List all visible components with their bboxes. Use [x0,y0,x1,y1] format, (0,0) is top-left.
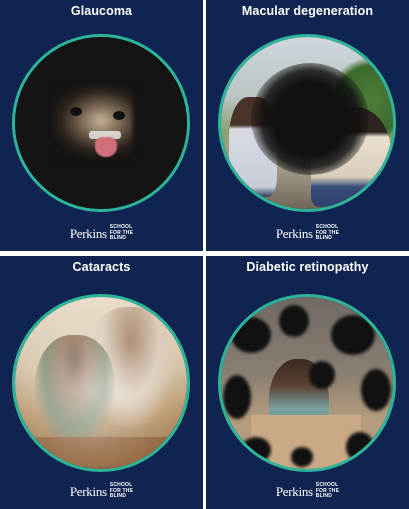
cloudy-haze [15,297,187,469]
logo-subtitle: SCHOOL FOR THE BLIND [110,483,133,500]
logo-line: BLIND [109,493,127,500]
panel-title: Diabetic retinopathy [246,260,369,274]
panel-title: Cataracts [72,260,131,274]
dark-spot [346,432,374,462]
logo-subtitle: SCHOOL FOR THE BLIND [316,225,339,242]
dog-face-image [53,85,133,157]
logo-word: Perkins [275,225,313,241]
dark-spot [309,361,335,389]
logo-line: BLIND [315,235,333,242]
dog-tongue [95,137,117,157]
dark-spot [331,315,375,355]
dark-spot [241,437,271,463]
logo-subtitle: SCHOOL FOR THE BLIND [316,483,339,500]
logo-line: BLIND [109,235,127,242]
logo-word: Perkins [69,483,107,499]
perkins-logo: Perkins SCHOOL FOR THE BLIND [0,225,203,242]
dark-spot [231,317,271,353]
dog-eye-right [113,111,125,120]
simulation-circle-retinopathy [218,294,396,472]
dog-eye-left [70,107,82,116]
vision-conditions-grid: Glaucoma Perkins SCHOOL FOR THE BLIND Ma… [0,0,409,509]
dark-spot [279,305,309,337]
logo-subtitle: SCHOOL FOR THE BLIND [110,225,133,242]
perkins-logo: Perkins SCHOOL FOR THE BLIND [0,483,203,500]
perkins-logo: Perkins SCHOOL FOR THE BLIND [206,483,409,500]
dark-spot [361,369,391,411]
panel-title: Macular degeneration [241,4,374,18]
simulation-circle-macular [218,34,396,212]
panel-diabetic-retinopathy: Diabetic retinopathy Perkins SCHOOL FOR … [206,256,409,509]
logo-word: Perkins [69,225,107,241]
panel-glaucoma: Glaucoma Perkins SCHOOL FOR THE BLIND [0,0,203,251]
perkins-logo: Perkins SCHOOL FOR THE BLIND [206,225,409,242]
logo-line: BLIND [315,493,333,500]
logo-word: Perkins [275,483,313,499]
panel-title: Glaucoma [70,4,133,18]
simulation-circle-glaucoma [12,34,190,212]
dark-spot [291,447,313,467]
panel-cataracts: Cataracts Perkins SCHOOL FOR THE BLIND [0,256,203,509]
central-dark-spot [251,63,369,175]
simulation-circle-cataracts [12,294,190,472]
dark-spot [223,375,251,419]
panel-macular-degeneration: Macular degeneration Perkins SCHOOL FOR … [206,0,409,251]
